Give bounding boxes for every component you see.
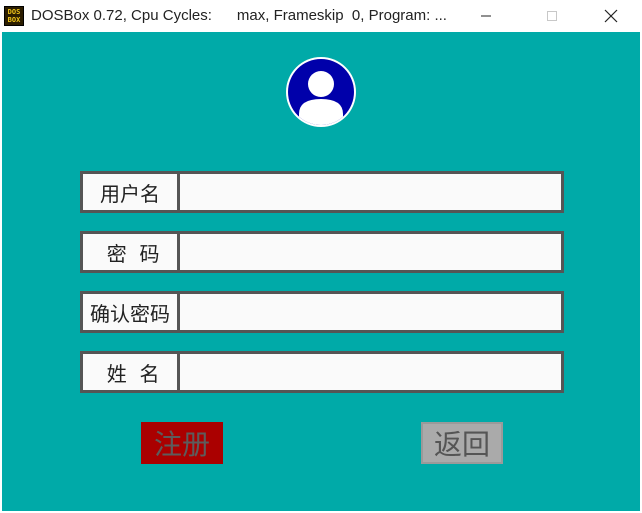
close-icon (604, 9, 618, 23)
password-label: 密 码 (83, 234, 180, 270)
username-row: 用户名 (80, 171, 564, 213)
window-title: DOSBox 0.72, Cpu Cycles: max, Frameskip … (31, 7, 447, 24)
name-row: 姓 名 (80, 351, 564, 393)
confirm-password-label: 确认密码 (83, 294, 180, 330)
window-titlebar[interactable]: DOS BOX DOSBox 0.72, Cpu Cycles: max, Fra… (0, 0, 642, 32)
confirm-password-input[interactable] (183, 294, 561, 330)
username-label: 用户名 (83, 174, 180, 210)
password-row: 密 码 (80, 231, 564, 273)
dosbox-icon[interactable]: DOS BOX (4, 6, 24, 26)
register-button[interactable]: 注册 (141, 422, 223, 464)
password-input[interactable] (183, 234, 561, 270)
close-button[interactable] (588, 0, 634, 32)
back-button[interactable]: 返回 (421, 422, 503, 464)
name-label: 姓 名 (83, 354, 180, 390)
username-input[interactable] (183, 174, 561, 210)
maximize-button[interactable] (529, 0, 575, 32)
minimize-icon (481, 15, 491, 17)
maximize-icon (547, 11, 557, 21)
user-avatar-icon (286, 57, 356, 127)
dos-screen: 用户名 密 码 确认密码 姓 名 注册 返回 (2, 32, 640, 511)
name-input[interactable] (183, 354, 561, 390)
minimize-button[interactable] (463, 0, 509, 32)
confirm-password-row: 确认密码 (80, 291, 564, 333)
